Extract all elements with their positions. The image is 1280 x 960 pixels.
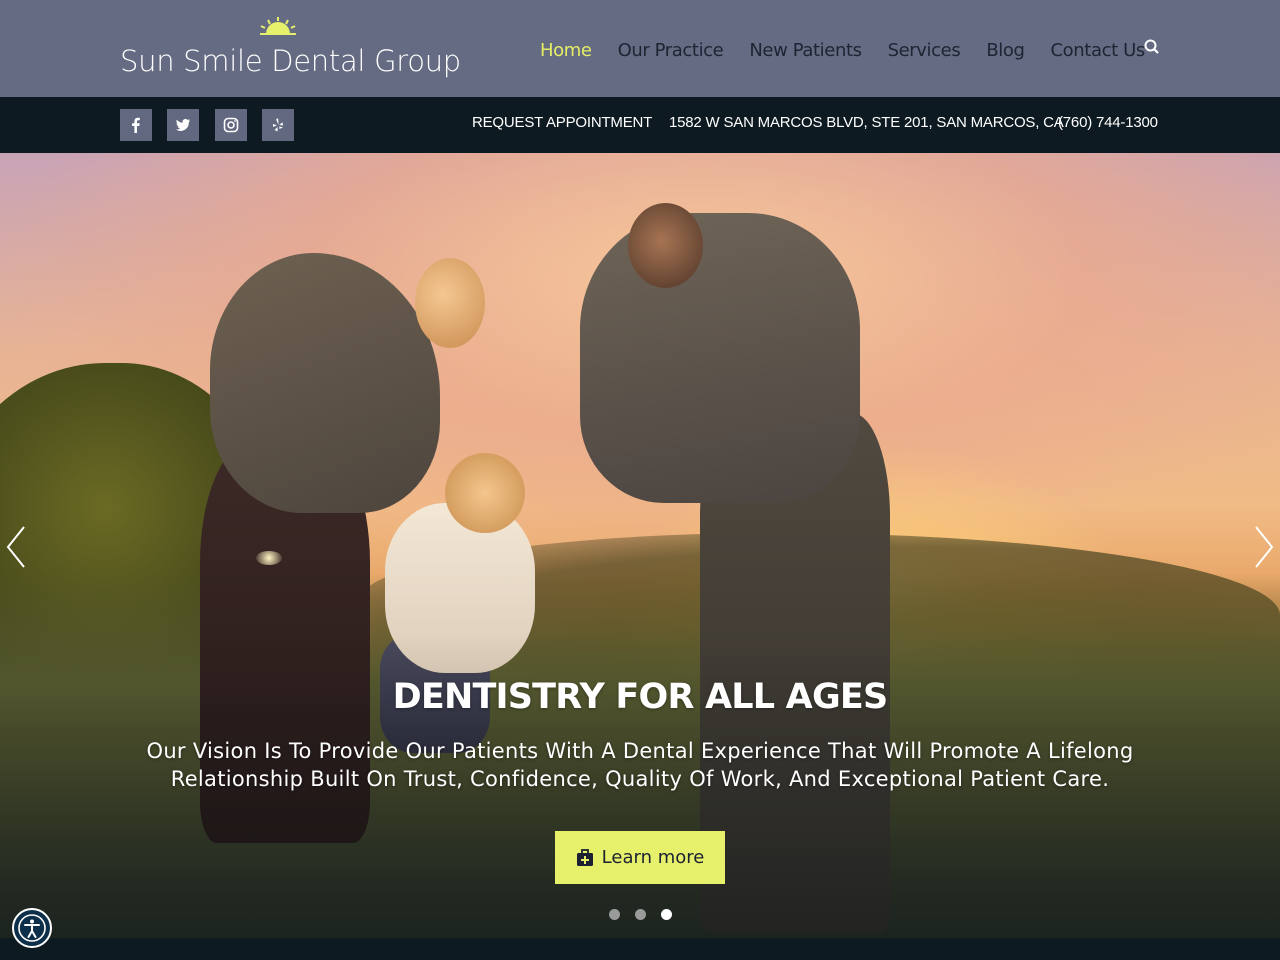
slider-dot-3[interactable]: [661, 909, 672, 920]
slider-dot-2[interactable]: [635, 909, 646, 920]
contact-bar: REQUEST APPOINTMENT 1582 W SAN MARCOS BL…: [0, 97, 1280, 153]
hero-image-woman: [210, 253, 440, 513]
hero-image-woman-head: [415, 258, 485, 348]
nav-item-blog[interactable]: Blog: [986, 40, 1025, 61]
nav-item-our-practice[interactable]: Our Practice: [618, 40, 724, 61]
slider-dots: [609, 909, 687, 921]
facebook-icon: [132, 117, 140, 133]
request-appointment-link[interactable]: REQUEST APPOINTMENT: [472, 114, 652, 131]
hero-image-man-head: [628, 203, 703, 288]
phone-link[interactable]: (760) 744-1300: [1058, 114, 1158, 131]
learn-more-label: Learn more: [601, 847, 705, 868]
site-header: Sun Smile Dental Group Home Our Practice…: [0, 0, 1280, 97]
yelp-icon: [273, 118, 283, 132]
accessibility-icon: [18, 914, 46, 942]
twitter-icon: [176, 118, 190, 131]
nav-item-home[interactable]: Home: [540, 40, 592, 61]
learn-more-button[interactable]: Learn more: [555, 831, 725, 884]
hero-subtitle: Our Vision Is To Provide Our Patients Wi…: [146, 739, 1134, 791]
address-link[interactable]: 1582 W SAN MARCOS BLVD, STE 201, SAN MAR…: [669, 114, 1064, 131]
hero-title: DENTISTRY FOR ALL AGES: [392, 677, 889, 717]
instagram-icon: [223, 117, 239, 133]
nav-item-contact-us[interactable]: Contact Us: [1051, 40, 1146, 61]
accessibility-button[interactable]: [12, 908, 52, 948]
hero-image-man: [580, 213, 860, 503]
facebook-link[interactable]: [120, 109, 152, 141]
slider-dot-1[interactable]: [609, 909, 620, 920]
sun-logo-icon: [260, 17, 296, 35]
nav-item-new-patients[interactable]: New Patients: [749, 40, 862, 61]
hero-slider: DENTISTRY FOR ALL AGES Our Vision Is To …: [0, 153, 1280, 938]
yelp-link[interactable]: [262, 109, 294, 141]
hero-image-lens-flare: [256, 551, 282, 565]
hero-image-child-head: [445, 453, 525, 533]
instagram-link[interactable]: [215, 109, 247, 141]
slider-next-arrow-icon[interactable]: [1252, 523, 1276, 571]
search-icon[interactable]: [1143, 38, 1161, 56]
nav-item-services[interactable]: Services: [888, 40, 961, 61]
medical-kit-icon: [576, 848, 593, 866]
site-logo[interactable]: Sun Smile Dental Group: [120, 14, 461, 86]
slider-prev-arrow-icon[interactable]: [4, 523, 28, 571]
main-nav: Home Our Practice New Patients Services …: [540, 36, 1171, 64]
twitter-link[interactable]: [167, 109, 199, 141]
logo-text: Sun Smile Dental Group: [120, 44, 461, 78]
page-bottom-strip: [0, 938, 1280, 960]
